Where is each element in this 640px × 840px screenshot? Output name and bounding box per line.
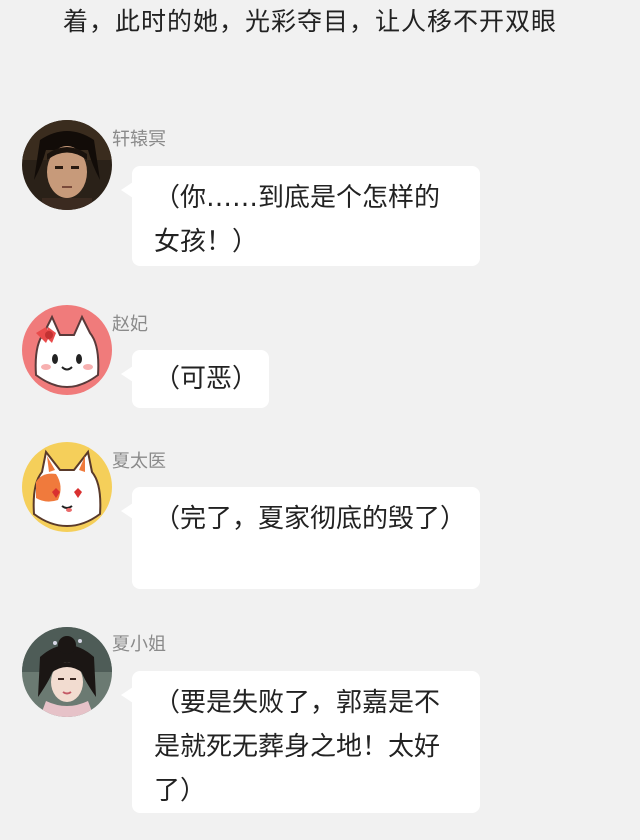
message-bubble: （完了，夏家彻底的毁了） <box>121 487 480 589</box>
sender-name: 夏小姐 <box>112 634 166 655</box>
message-bubble: （可恶） <box>121 350 269 408</box>
narration-text: 着，此时的她，光彩夺目，让人移不开双眼 <box>63 7 558 36</box>
sender-name: 赵妃 <box>112 314 148 335</box>
message-bubble: （你……到底是个怎样的女孩！） <box>121 166 480 266</box>
cat-bow-avatar[interactable] <box>22 305 112 395</box>
fox-avatar[interactable] <box>22 442 112 532</box>
woman-portrait-avatar[interactable] <box>22 627 112 717</box>
sender-name: 夏太医 <box>112 451 166 472</box>
chat-screen: 着，此时的她，光彩夺目，让人移不开双眼 轩辕冥 （你……到底是个怎样的女孩！） <box>0 0 640 840</box>
man-portrait-avatar[interactable] <box>22 120 112 210</box>
message-bubble: （要是失败了，郭嘉是不是就死无葬身之地！太好了） <box>121 671 480 813</box>
sender-name: 轩辕冥 <box>112 129 166 150</box>
